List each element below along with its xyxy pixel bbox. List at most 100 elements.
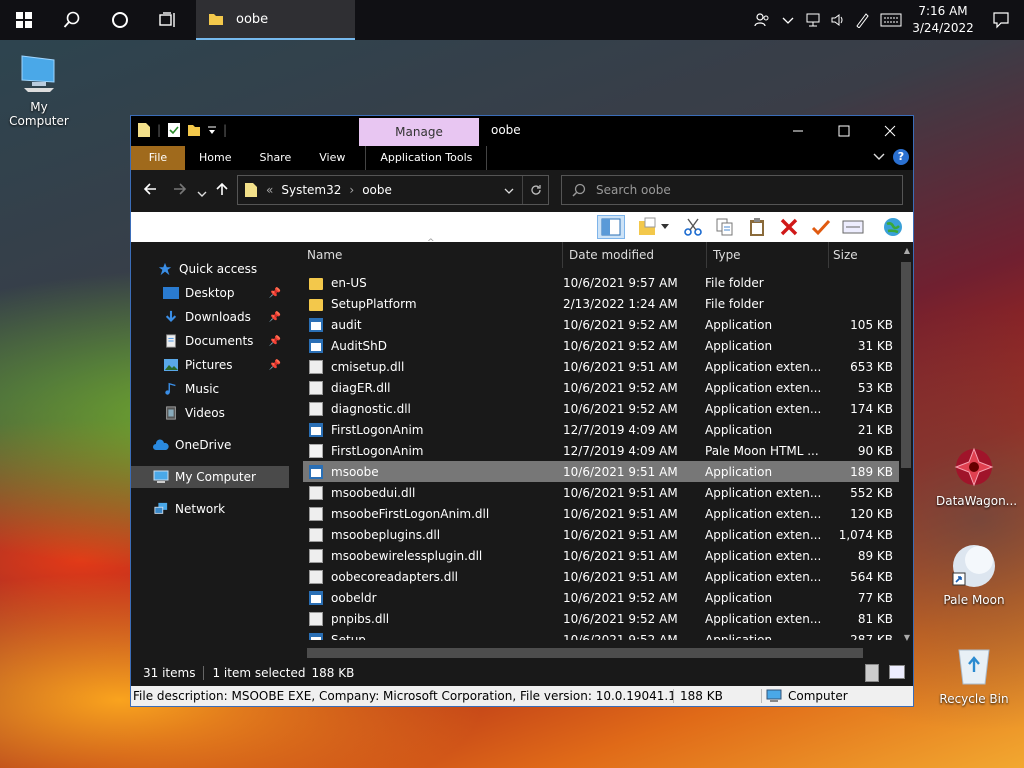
volume-icon[interactable]	[826, 0, 850, 40]
search-input[interactable]: Search oobe	[561, 175, 903, 205]
clock[interactable]: 7:16 AM 3/24/2022	[908, 3, 978, 37]
tab-view[interactable]: View	[305, 146, 359, 170]
desktop-icon-pale-moon[interactable]: Pale Moon	[936, 543, 1012, 607]
file-row[interactable]: FirstLogonAnim 12/7/2019 4:09 AM Applicati…	[303, 419, 899, 440]
desktop-icon-my-computer[interactable]: My Computer	[1, 50, 77, 128]
nav-item-downloads[interactable]: Downloads 📌	[131, 306, 289, 328]
nav-item-onedrive[interactable]: OneDrive	[131, 434, 289, 456]
properties-button[interactable]	[841, 215, 865, 239]
address-bar[interactable]: « System32 › oobe	[237, 175, 549, 205]
nav-item-documents[interactable]: Documents 📌	[131, 330, 289, 352]
help-icon[interactable]: ?	[893, 149, 909, 165]
keyboard-icon[interactable]	[874, 0, 908, 40]
address-dropdown-icon[interactable]	[504, 184, 514, 198]
horizontal-scroll-thumb[interactable]	[307, 648, 863, 658]
pin-icon[interactable]: 📌	[269, 312, 281, 323]
web-globe-button[interactable]	[881, 215, 905, 239]
file-name-cell: SetupPlatform	[303, 297, 561, 311]
file-row[interactable]: en-US 10/6/2021 9:57 AM File folder	[303, 272, 899, 293]
paste-button[interactable]	[745, 215, 769, 239]
desktop-icon-recycle-bin[interactable]: Recycle Bin	[936, 642, 1012, 706]
file-row[interactable]: msoobewirelessplugin.dll 10/6/2021 9:51 A…	[303, 545, 899, 566]
pin-icon[interactable]: 📌	[269, 336, 281, 347]
vertical-scrollbar[interactable]: ▲ ▼	[899, 242, 913, 646]
nav-item-quick-access[interactable]: Quick access	[131, 258, 289, 280]
column-header-name[interactable]: Name	[289, 242, 563, 268]
file-row[interactable]: audit 10/6/2021 9:52 AM Application 105 KB	[303, 314, 899, 335]
film-icon	[166, 406, 176, 420]
preview-pane-button[interactable]	[597, 215, 625, 239]
file-row[interactable]: msoobeFirstLogonAnim.dll 10/6/2021 9:51 A…	[303, 503, 899, 524]
vertical-scroll-thumb[interactable]	[901, 262, 911, 468]
cut-button[interactable]	[681, 215, 705, 239]
new-folder-icon[interactable]	[187, 122, 201, 138]
task-view-button[interactable]	[144, 0, 192, 40]
nav-item-my-computer[interactable]: My Computer	[131, 466, 289, 488]
file-row[interactable]: diagER.dll 10/6/2021 9:52 AM Application e…	[303, 377, 899, 398]
file-row[interactable]: AuditShD 10/6/2021 9:52 AM Application 31 K…	[303, 335, 899, 356]
copy-button[interactable]	[713, 215, 737, 239]
search-button[interactable]	[48, 0, 96, 40]
network-icon[interactable]	[802, 0, 826, 40]
select-button[interactable]	[809, 215, 833, 239]
file-row[interactable]: msoobeplugins.dll 10/6/2021 9:51 AM Applic…	[303, 524, 899, 545]
tab-application-tools[interactable]: Application Tools	[365, 146, 488, 170]
scroll-down-icon[interactable]: ▼	[904, 633, 910, 642]
tab-file[interactable]: File	[131, 146, 185, 170]
manage-tab[interactable]: Manage	[359, 118, 479, 146]
file-row[interactable]: FirstLogonAnim 12/7/2019 4:09 AM Pale Moon…	[303, 440, 899, 461]
large-icons-view-button[interactable]	[889, 665, 905, 679]
start-button[interactable]	[0, 0, 48, 40]
people-icon[interactable]	[750, 0, 774, 40]
desktop-icon-datawagon[interactable]: DataWagon...	[936, 444, 1017, 508]
file-row[interactable]: diagnostic.dll 10/6/2021 9:52 AM Applicati…	[303, 398, 899, 419]
taskbar-app-oobe[interactable]: oobe	[196, 0, 355, 40]
file-description: File description: MSOOBE EXE, Company: M…	[133, 689, 674, 703]
view-options-button[interactable]	[635, 215, 659, 239]
breadcrumb-overflow[interactable]: «	[266, 183, 273, 197]
details-view-button[interactable]	[865, 664, 879, 682]
back-button[interactable]	[143, 181, 157, 200]
pin-icon[interactable]: 📌	[269, 288, 281, 299]
pin-icon[interactable]: 📌	[269, 360, 281, 371]
minimize-button[interactable]	[775, 116, 821, 146]
file-row[interactable]: oobeldr 10/6/2021 9:52 AM Application 77 KB	[303, 587, 899, 608]
nav-item-desktop[interactable]: Desktop 📌	[131, 282, 289, 304]
up-button[interactable]	[215, 181, 229, 200]
pen-icon[interactable]	[850, 0, 874, 40]
file-date: 10/6/2021 9:51 AM	[563, 527, 678, 542]
column-header-size[interactable]: Size	[829, 242, 899, 268]
nav-item-music[interactable]: Music	[131, 378, 289, 400]
column-header-type[interactable]: Type	[707, 242, 829, 268]
scroll-up-icon[interactable]: ▲	[904, 246, 910, 255]
file-row[interactable]: pnpibs.dll 10/6/2021 9:52 AM Application e…	[303, 608, 899, 629]
file-row[interactable]: Setup 10/6/2021 9:52 AM Application 287 KB	[303, 629, 899, 640]
customize-toolbar-icon[interactable]	[207, 124, 217, 136]
maximize-button[interactable]	[821, 116, 867, 146]
cortana-button[interactable]	[96, 0, 144, 40]
tab-home[interactable]: Home	[185, 146, 245, 170]
expand-ribbon-icon[interactable]	[873, 153, 885, 161]
delete-button[interactable]	[777, 215, 801, 239]
close-button[interactable]	[867, 116, 913, 146]
file-row[interactable]: msoobe 10/6/2021 9:51 AM Application 189 KB	[303, 461, 899, 482]
notifications-button[interactable]	[978, 0, 1024, 40]
properties-icon[interactable]	[167, 122, 181, 138]
nav-item-pictures[interactable]: Pictures 📌	[131, 354, 289, 376]
tab-share[interactable]: Share	[245, 146, 305, 170]
recent-locations-button[interactable]	[197, 183, 207, 202]
file-row[interactable]: msoobedui.dll 10/6/2021 9:51 AM Applicatio…	[303, 482, 899, 503]
forward-button[interactable]	[173, 181, 187, 200]
breadcrumb-system32[interactable]: System32	[281, 183, 341, 197]
chevron-up-icon[interactable]	[774, 0, 802, 40]
view-dropdown-icon[interactable]	[659, 215, 671, 239]
file-row[interactable]: SetupPlatform 2/13/2022 1:24 AM File folde…	[303, 293, 899, 314]
breadcrumb-oobe[interactable]: oobe	[362, 183, 392, 197]
column-header-date[interactable]: Date modified	[563, 242, 707, 268]
refresh-button[interactable]	[522, 176, 548, 204]
file-row[interactable]: cmisetup.dll 10/6/2021 9:51 AM Application…	[303, 356, 899, 377]
file-row[interactable]: oobecoreadapters.dll 10/6/2021 9:51 AM App…	[303, 566, 899, 587]
nav-item-network[interactable]: Network	[131, 498, 289, 520]
horizontal-scrollbar[interactable]	[289, 646, 899, 660]
nav-item-videos[interactable]: Videos	[131, 402, 289, 424]
